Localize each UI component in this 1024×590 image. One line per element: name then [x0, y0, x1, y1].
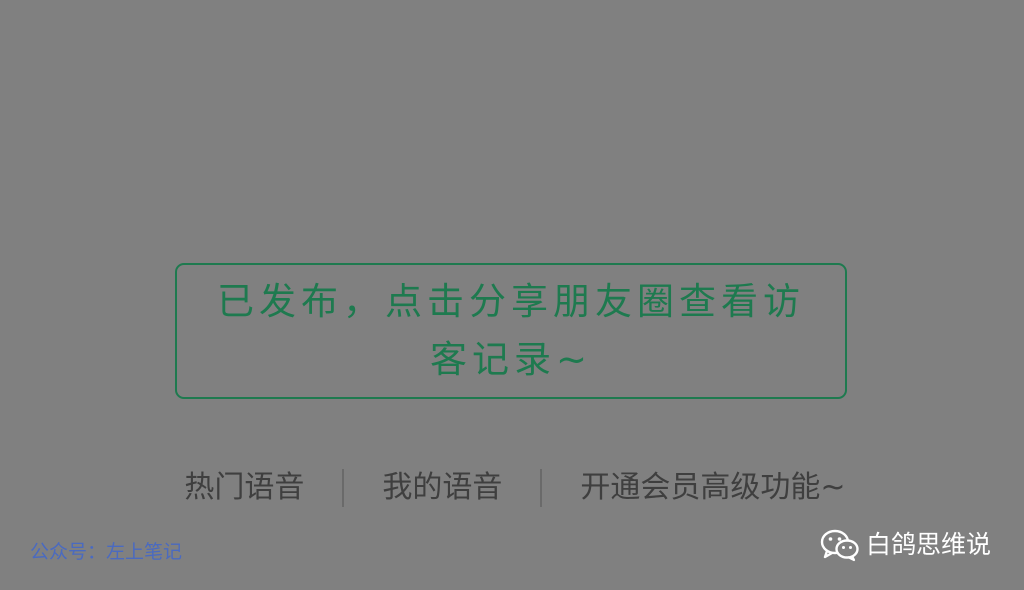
- wechat-icon: [820, 529, 859, 562]
- bottom-links: 热门语音 我的语音 开通会员高级功能~: [160, 466, 870, 510]
- notice-line-1: 已发布，点击分享朋友圈查看访: [217, 280, 805, 323]
- publish-notice-box[interactable]: 已发布，点击分享朋友圈查看访 客记录~: [175, 263, 847, 399]
- watermark-left: 公众号：左上笔记: [30, 541, 183, 563]
- publish-notice-text: 已发布，点击分享朋友圈查看访 客记录~: [187, 273, 835, 389]
- link-divider: [342, 469, 345, 507]
- vip-features-link[interactable]: 开通会员高级功能~: [580, 466, 845, 510]
- popular-voice-link[interactable]: 热门语音: [184, 466, 304, 510]
- notice-line-2: 客记录~: [429, 338, 592, 381]
- my-voice-link[interactable]: 我的语音: [382, 466, 502, 510]
- watermark-right-text: 白鸽思维说: [866, 530, 992, 559]
- watermark-right: 白鸽思维说: [820, 527, 991, 563]
- link-divider: [540, 469, 543, 507]
